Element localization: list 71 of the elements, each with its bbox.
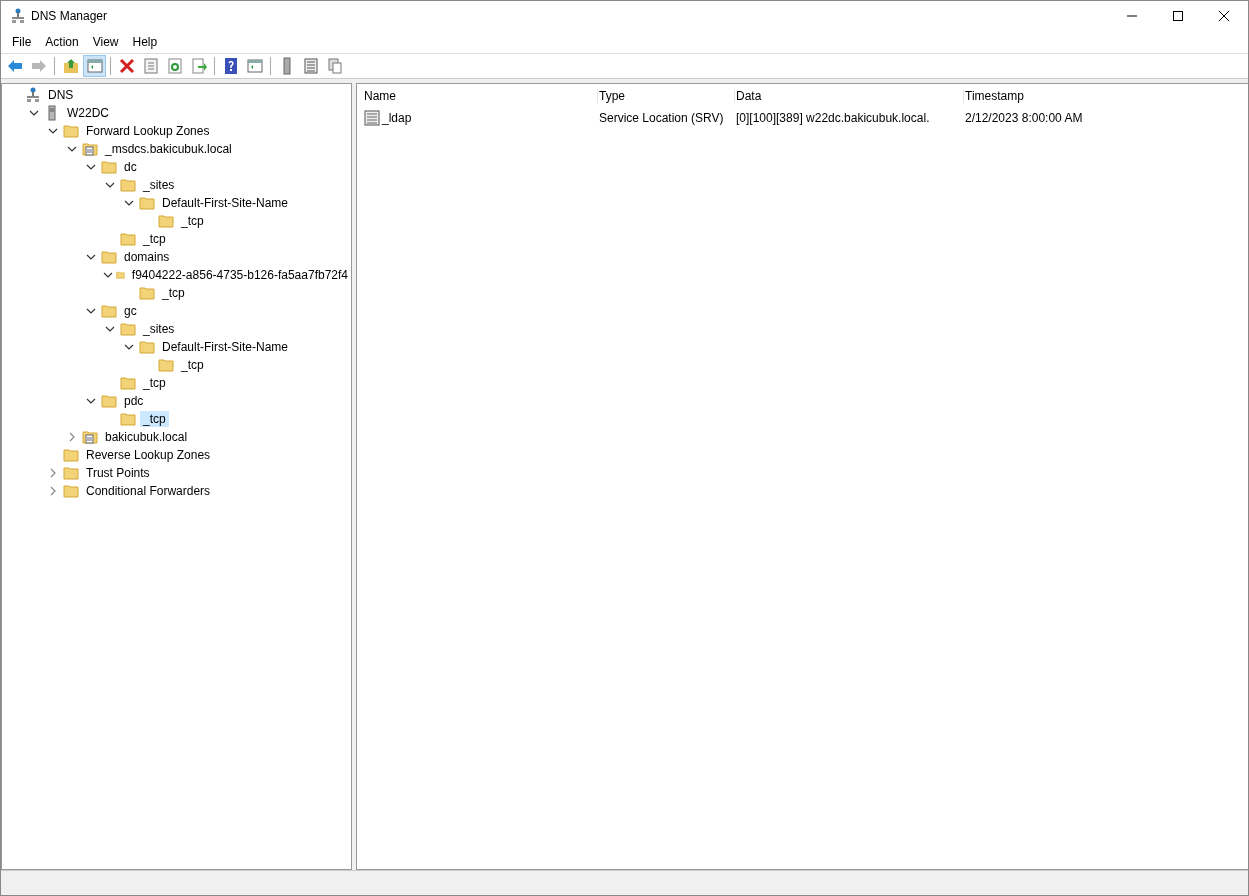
folder-icon [101, 393, 117, 409]
menu-item[interactable]: View [85, 33, 126, 51]
folder-icon [120, 177, 136, 193]
folder-icon [101, 159, 117, 175]
tree-item[interactable]: _tcp [140, 375, 169, 391]
window-pane-icon [85, 57, 104, 75]
tree-item[interactable]: domains [121, 249, 173, 265]
menu-item[interactable]: Action [38, 33, 86, 51]
column-header[interactable]: Data [735, 89, 964, 103]
tree-item[interactable]: f9404222-a856-4735-b126-fa5aa7fb72f4 [128, 267, 351, 283]
folder-icon [63, 483, 79, 499]
folder-icon [63, 447, 79, 463]
folder-icon [158, 357, 174, 373]
tree-item[interactable]: gc [121, 303, 140, 319]
table-cell: [0][100][389] w22dc.bakicubuk.local. [736, 111, 930, 125]
list-icon [301, 57, 320, 75]
folder-icon [139, 285, 155, 301]
table-cell: 2/12/2023 8:00:00 AM [965, 111, 1083, 125]
folder-icon [101, 303, 117, 319]
folder-icon [139, 195, 155, 211]
window-pane-icon [245, 57, 264, 75]
tree-item[interactable]: dc [121, 159, 140, 175]
tree-item[interactable]: W22DC [64, 105, 112, 121]
folder-icon [63, 465, 79, 481]
zone-icon [82, 141, 98, 157]
column-header[interactable]: Type [598, 89, 735, 103]
menu-item[interactable]: Help [125, 33, 165, 51]
folder-icon [158, 213, 174, 229]
network-icon [11, 8, 25, 24]
tree-item[interactable]: Trust Points [83, 465, 153, 481]
folder-icon [63, 123, 79, 139]
tree-item[interactable]: DNS [45, 87, 77, 103]
network-icon [25, 87, 41, 103]
folder-icon [101, 249, 117, 265]
folder-up-icon [61, 57, 80, 75]
folder-icon [120, 411, 136, 427]
tree-item[interactable]: _tcp [178, 213, 207, 229]
tree-item[interactable]: _tcp [159, 285, 188, 301]
refresh-icon [165, 57, 184, 75]
document-icon [141, 57, 160, 75]
column-header[interactable]: Timestamp [964, 89, 1248, 103]
table-cell: Service Location (SRV) [599, 111, 724, 125]
maximize-icon[interactable] [1172, 10, 1184, 22]
folder-icon [139, 339, 155, 355]
tree-item[interactable]: pdc [121, 393, 147, 409]
tree-item[interactable]: Forward Lookup Zones [83, 123, 213, 139]
record-icon [364, 110, 380, 126]
tree-item[interactable]: bakicubuk.local [102, 429, 191, 445]
window-title: DNS Manager [31, 9, 108, 23]
menu-item[interactable]: File [5, 33, 39, 51]
tree-item[interactable]: _sites [140, 321, 178, 337]
zone-icon [82, 429, 98, 445]
tree-item[interactable]: _sites [140, 177, 178, 193]
tree-item[interactable]: Conditional Forwarders [83, 483, 214, 499]
tree-item[interactable]: Default-First-Site-Name [159, 195, 292, 211]
folder-icon [120, 231, 136, 247]
column-header[interactable]: Name [363, 89, 598, 103]
delete-icon [117, 57, 136, 75]
tree-item[interactable]: _tcp [140, 411, 169, 427]
table-cell: _ldap [382, 111, 412, 125]
copy-icon [325, 57, 344, 75]
close-icon[interactable] [1218, 10, 1230, 22]
tree-item[interactable]: _tcp [140, 231, 169, 247]
forward-arrow-icon [29, 57, 48, 75]
tree-item[interactable]: Reverse Lookup Zones [83, 447, 214, 463]
tree-item[interactable]: Default-First-Site-Name [159, 339, 292, 355]
tree-item[interactable]: _tcp [178, 357, 207, 373]
folder-icon [120, 321, 136, 337]
folder-icon [120, 375, 136, 391]
tree-item[interactable]: _msdcs.bakicubuk.local [102, 141, 235, 157]
export-icon [189, 57, 208, 75]
